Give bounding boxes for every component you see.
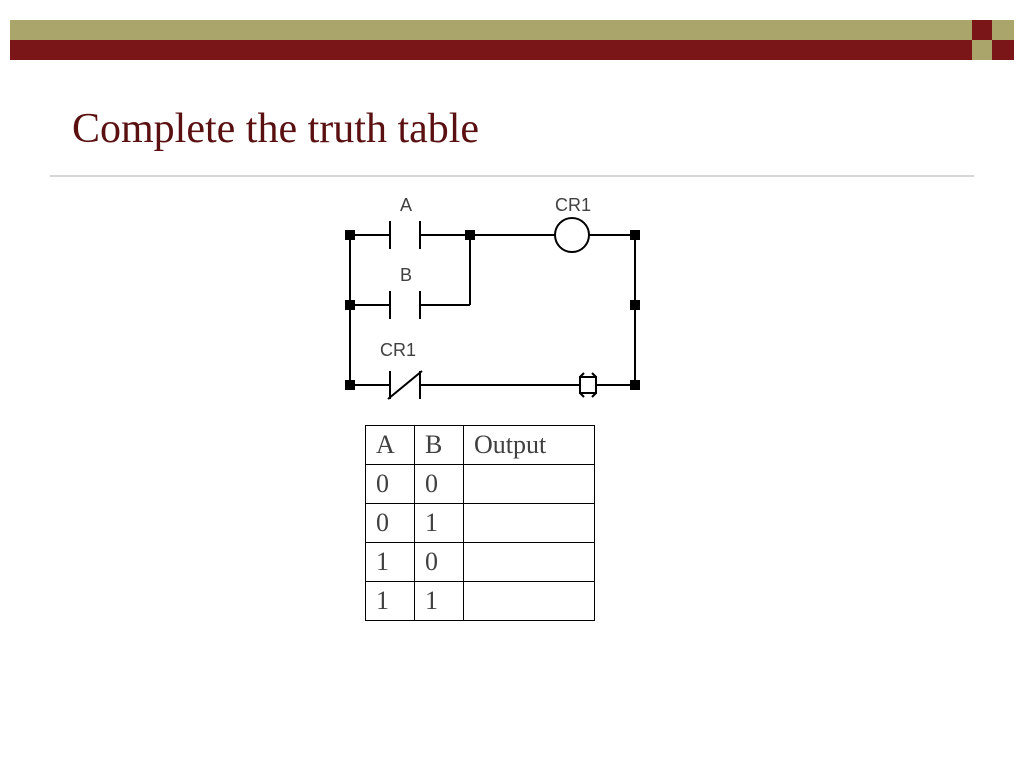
label-b: B: [400, 265, 412, 286]
cell-a: 1: [366, 582, 415, 621]
ladder-diagram: A B CR1 CR1: [340, 195, 650, 405]
header-output: Output: [464, 426, 595, 465]
cell-b: 0: [415, 543, 464, 582]
label-cr1-bottom: CR1: [380, 340, 416, 361]
table-row: 1 1: [366, 582, 595, 621]
corner-square-maroon: [972, 20, 992, 40]
header-a: A: [366, 426, 415, 465]
cell-output: [464, 582, 595, 621]
cell-output: [464, 465, 595, 504]
cell-a: 0: [366, 504, 415, 543]
header-band: [10, 20, 1014, 60]
band-olive: [10, 20, 1014, 40]
cell-a: 1: [366, 543, 415, 582]
cell-output: [464, 543, 595, 582]
table-row: 0 0: [366, 465, 595, 504]
label-a: A: [400, 195, 412, 216]
cell-b: 0: [415, 465, 464, 504]
label-cr1-top: CR1: [555, 195, 591, 216]
table-header-row: A B Output: [366, 426, 595, 465]
corner-square-olive: [972, 40, 992, 60]
ladder-svg: [340, 195, 650, 405]
truth-table: A B Output 0 0 0 1 1 0 1 1: [365, 425, 595, 621]
header-b: B: [415, 426, 464, 465]
table-row: 1 0: [366, 543, 595, 582]
page-title: Complete the truth table: [72, 105, 479, 153]
cell-output: [464, 504, 595, 543]
cell-a: 0: [366, 465, 415, 504]
table-row: 0 1: [366, 504, 595, 543]
cell-b: 1: [415, 504, 464, 543]
band-maroon: [10, 40, 1014, 60]
cell-b: 1: [415, 582, 464, 621]
title-underline: [50, 175, 974, 177]
